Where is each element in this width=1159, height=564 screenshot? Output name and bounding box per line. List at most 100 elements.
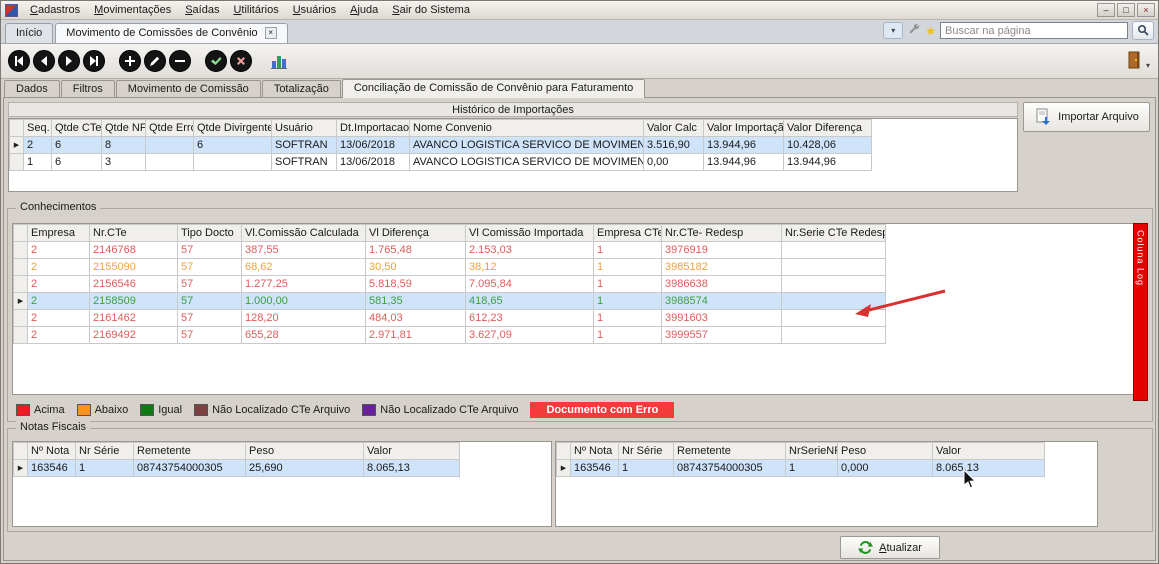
skip-first-icon bbox=[13, 55, 25, 67]
refresh-icon bbox=[858, 540, 873, 555]
confirm-button[interactable] bbox=[205, 50, 227, 72]
col-qtde-divirgentes[interactable]: Qtde Divirgentes bbox=[194, 120, 272, 137]
tab-dados[interactable]: Dados bbox=[4, 80, 60, 98]
atualizar-label: Atualizar bbox=[879, 542, 922, 554]
star-icon[interactable]: ★ bbox=[925, 25, 936, 37]
notas-left-grid: Nº Nota Nr Série Remetente Peso Valor ▶ … bbox=[12, 441, 552, 527]
import-file-icon bbox=[1034, 108, 1052, 126]
conhecimento-row[interactable]: 2 2169492 57 655,28 2.971,81 3.627,09 1 … bbox=[14, 327, 886, 344]
col-vl-diferenca[interactable]: Vl Diferença bbox=[366, 225, 466, 242]
col-valor-calc[interactable]: Valor Calc bbox=[644, 120, 704, 137]
historico-row[interactable]: ▶ 2 6 8 6 SOFTRAN 13/06/2018 AVANCO LOGI… bbox=[10, 137, 872, 154]
edit-record-button[interactable] bbox=[144, 50, 166, 72]
chevron-down-icon[interactable]: ▾ bbox=[883, 22, 903, 39]
toolbar-right: ▾ bbox=[1126, 50, 1150, 73]
main-panel: Histórico de Importações Importar Arquiv… bbox=[3, 97, 1156, 561]
tab-conciliacao[interactable]: Conciliação de Comissão de Convênio para… bbox=[342, 79, 645, 98]
col-remetente[interactable]: Remetente bbox=[674, 443, 786, 460]
maximize-button[interactable]: □ bbox=[1117, 3, 1135, 17]
legend-nao-localizado1-label: Não Localizado CTe Arquivo bbox=[212, 404, 350, 416]
col-valor-importacao[interactable]: Valor Importação bbox=[704, 120, 784, 137]
historico-row[interactable]: 1 6 3 SOFTRAN 13/06/2018 AVANCO LOGISTIC… bbox=[10, 154, 872, 171]
minimize-button[interactable]: – bbox=[1097, 3, 1115, 17]
prev-icon bbox=[38, 55, 50, 67]
legend-nao-localizado2-color bbox=[362, 404, 376, 416]
tab-totalizacao[interactable]: Totalização bbox=[262, 80, 341, 98]
atualizar-button[interactable]: Atualizar bbox=[840, 536, 940, 559]
conhecimento-row[interactable]: 2 2146768 57 387,55 1.765,48 2.153,03 1 … bbox=[14, 242, 886, 259]
col-empresa[interactable]: Empresa bbox=[28, 225, 90, 242]
last-record-button[interactable] bbox=[83, 50, 105, 72]
add-record-button[interactable] bbox=[119, 50, 141, 72]
col-peso[interactable]: Peso bbox=[838, 443, 933, 460]
legend-nao-localizado1-color bbox=[194, 404, 208, 416]
close-button[interactable]: × bbox=[1137, 3, 1155, 17]
col-empresa-cte[interactable]: Empresa CTe bbox=[594, 225, 662, 242]
tab-movimento-comissoes[interactable]: Movimento de Comissões de Convênio × bbox=[55, 23, 287, 43]
menubar: Cadastros Movimentações Saídas Utilitári… bbox=[1, 1, 1158, 20]
chart-button[interactable] bbox=[266, 49, 292, 73]
search-button[interactable] bbox=[1132, 21, 1154, 40]
col-qtde-nf[interactable]: Qtde NF bbox=[102, 120, 146, 137]
menu-sair-do-sistema[interactable]: Sair do Sistema bbox=[385, 2, 477, 18]
toolbar-dropdown-icon[interactable]: ▾ bbox=[1146, 61, 1150, 70]
col-nr-serie[interactable]: Nr Série bbox=[619, 443, 674, 460]
page-subtabs: Dados Filtros Movimento de Comissão Tota… bbox=[4, 80, 1155, 98]
next-record-button[interactable] bbox=[58, 50, 80, 72]
col-nr-serie[interactable]: Nr Série bbox=[76, 443, 134, 460]
tab-close-icon[interactable]: × bbox=[265, 27, 277, 39]
search-input[interactable] bbox=[940, 22, 1128, 39]
exit-door-icon[interactable] bbox=[1126, 50, 1142, 73]
search-icon bbox=[1137, 24, 1150, 37]
menu-movimentacoes[interactable]: Movimentações bbox=[87, 2, 178, 18]
previous-record-button[interactable] bbox=[33, 50, 55, 72]
menu-utilitarios[interactable]: Utilitários bbox=[226, 2, 285, 18]
col-nr-cte-redesp[interactable]: Nr.CTe- Redesp bbox=[662, 225, 782, 242]
delete-record-button[interactable] bbox=[169, 50, 191, 72]
col-nome-convenio[interactable]: Nome Convenio bbox=[410, 120, 644, 137]
col-vl-comissao-calculada[interactable]: Vl.Comissão Calculada bbox=[242, 225, 366, 242]
conhecimento-row[interactable]: 2 2161462 57 128,20 484,03 612,23 1 3991… bbox=[14, 310, 886, 327]
menu-saidas[interactable]: Saídas bbox=[178, 2, 226, 18]
col-dt-importacao[interactable]: Dt.Importacao bbox=[337, 120, 410, 137]
col-seq[interactable]: Seq. bbox=[24, 120, 52, 137]
col-tipo-docto[interactable]: Tipo Docto bbox=[178, 225, 242, 242]
importar-arquivo-button[interactable]: Importar Arquivo bbox=[1023, 102, 1150, 132]
tab-movimento-de-comissao[interactable]: Movimento de Comissão bbox=[116, 80, 261, 98]
tab-inicio[interactable]: Início bbox=[5, 23, 53, 43]
first-record-button[interactable] bbox=[8, 50, 30, 72]
col-qtde-cte[interactable]: Qtde CTe bbox=[52, 120, 102, 137]
current-row-marker-icon: ▶ bbox=[557, 460, 571, 477]
nota-row[interactable]: ▶ 163546 1 08743754000305 1 0,000 8.065,… bbox=[557, 460, 1045, 477]
tab-filtros[interactable]: Filtros bbox=[61, 80, 115, 98]
col-nr-serie-cte-redesp[interactable]: Nr.Serie CTe Redesp bbox=[782, 225, 886, 242]
nota-row[interactable]: ▶ 163546 1 08743754000305 25,690 8.065,1… bbox=[14, 460, 460, 477]
col-vl-comissao-importada[interactable]: Vl Comissão Importada bbox=[466, 225, 594, 242]
col-qtde-erro[interactable]: Qtde Erro bbox=[146, 120, 194, 137]
importar-arquivo-label: Importar Arquivo bbox=[1058, 111, 1139, 123]
coluna-log-label: Coluna Log bbox=[1136, 230, 1146, 400]
menu-cadastros[interactable]: Cadastros bbox=[23, 2, 87, 18]
next-icon bbox=[63, 55, 75, 67]
col-usuario[interactable]: Usuário bbox=[272, 120, 337, 137]
conhecimento-row[interactable]: 2 2155090 57 68,62 30,50 38,12 1 3985182 bbox=[14, 259, 886, 276]
col-valor-diferenca[interactable]: Valor Diferença bbox=[784, 120, 872, 137]
col-peso[interactable]: Peso bbox=[246, 443, 364, 460]
plus-icon bbox=[124, 55, 136, 67]
col-valor[interactable]: Valor bbox=[933, 443, 1045, 460]
conhecimento-row[interactable]: 2 2156546 57 1.277,25 5.818,59 7.095,84 … bbox=[14, 276, 886, 293]
menu-usuarios[interactable]: Usuários bbox=[286, 2, 343, 18]
bar-chart-icon bbox=[270, 52, 288, 70]
check-icon bbox=[210, 55, 222, 67]
cancel-button[interactable] bbox=[230, 50, 252, 72]
conhecimento-row-selected[interactable]: ▶ 2 2158509 57 1.000,00 581,35 418,65 1 … bbox=[14, 293, 886, 310]
col-no-nota[interactable]: Nº Nota bbox=[571, 443, 619, 460]
menu-ajuda[interactable]: Ajuda bbox=[343, 2, 385, 18]
col-nrserienf[interactable]: NrSerieNF bbox=[786, 443, 838, 460]
app-icon bbox=[5, 4, 18, 17]
col-valor[interactable]: Valor bbox=[364, 443, 460, 460]
col-nr-cte[interactable]: Nr.CTe bbox=[90, 225, 178, 242]
col-no-nota[interactable]: Nº Nota bbox=[28, 443, 76, 460]
wrench-icon[interactable] bbox=[907, 22, 921, 39]
col-remetente[interactable]: Remetente bbox=[134, 443, 246, 460]
